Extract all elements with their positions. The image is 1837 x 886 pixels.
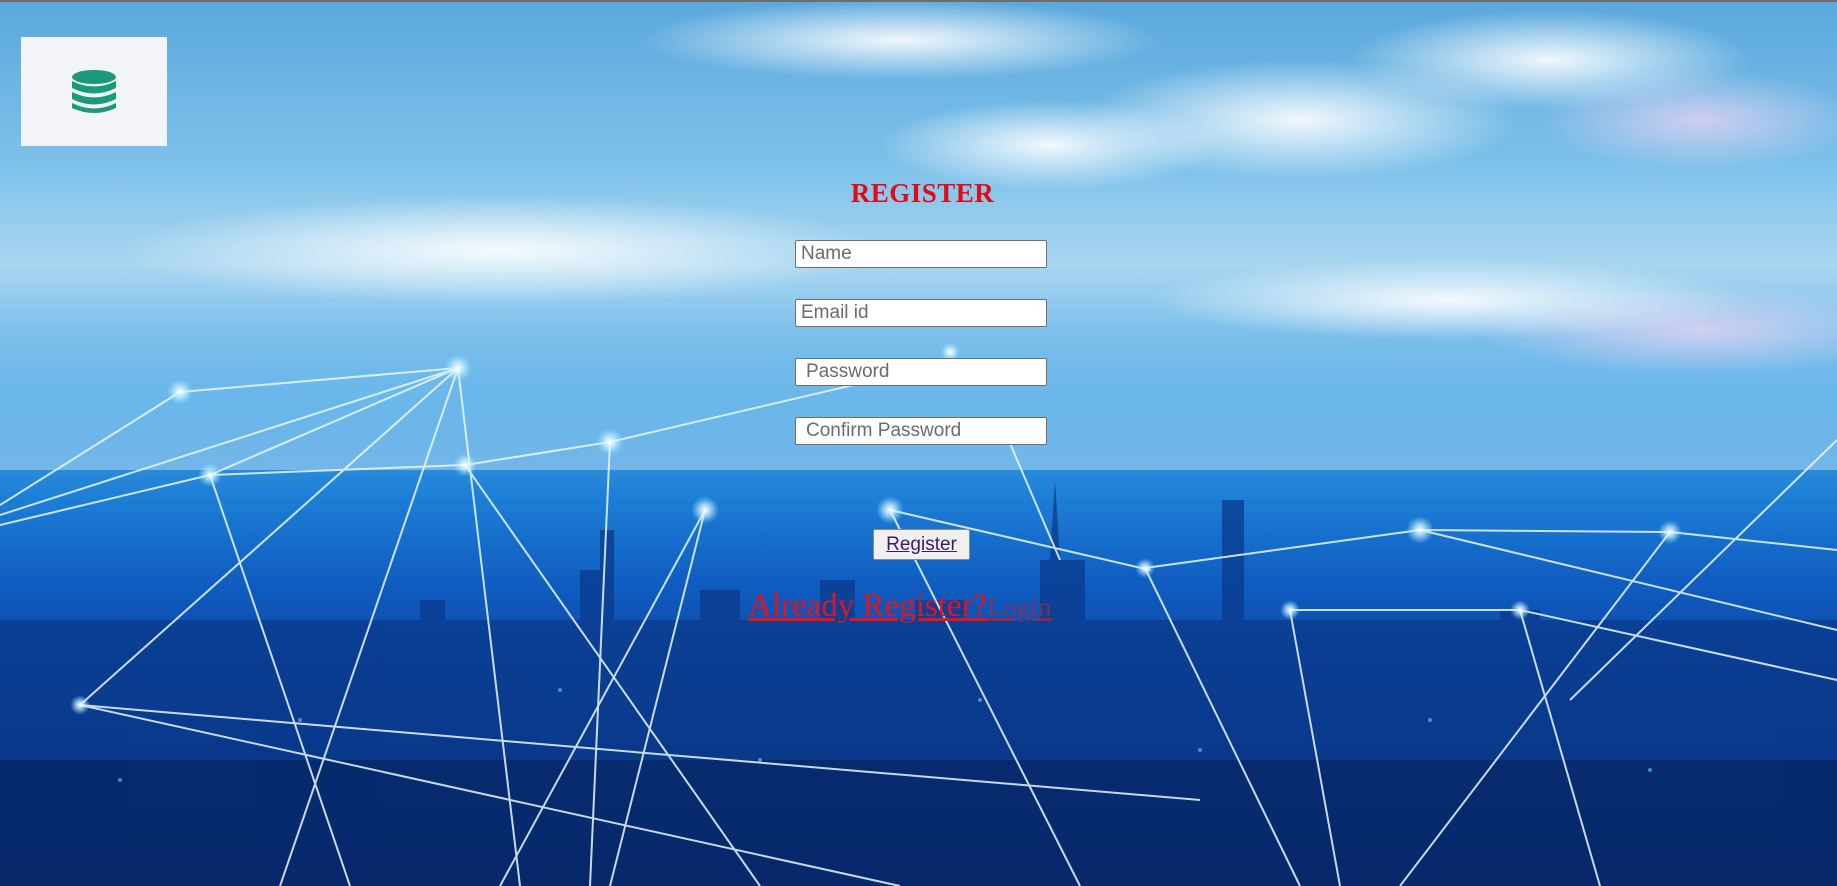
name-input[interactable] — [795, 240, 1047, 268]
email-input[interactable] — [795, 299, 1047, 327]
register-form: REGISTER Register Already Register?Login — [0, 0, 1837, 886]
register-page: REGISTER Register Already Register?Login — [0, 0, 1837, 886]
confirm-password-input[interactable] — [795, 417, 1047, 445]
password-input[interactable] — [795, 358, 1047, 386]
register-title: REGISTER — [850, 178, 995, 208]
register-button[interactable]: Register — [873, 529, 970, 560]
login-link[interactable]: Login — [987, 592, 1052, 622]
already-registered-link[interactable]: Already Register?Login — [748, 588, 1052, 625]
already-registered-text[interactable]: Already Register? — [748, 588, 987, 624]
